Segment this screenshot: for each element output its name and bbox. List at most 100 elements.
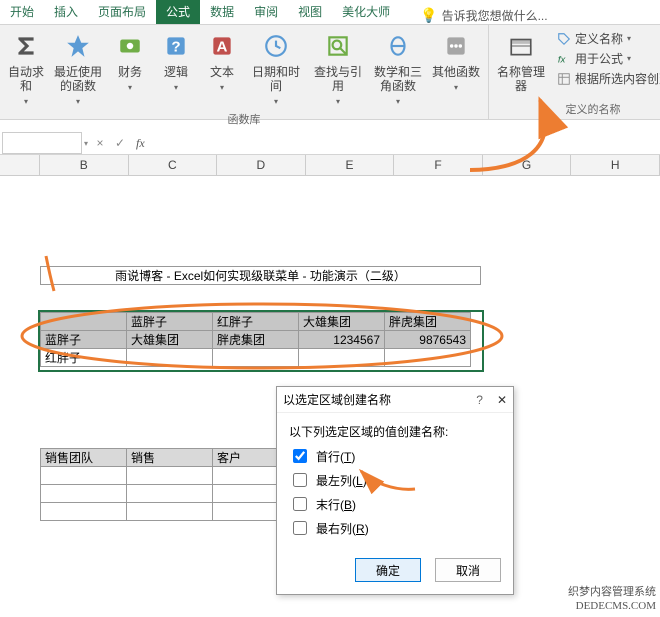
table-row bbox=[41, 503, 299, 521]
cell[interactable]: 蓝胖子 bbox=[41, 331, 127, 349]
dialog-cancel-button[interactable]: 取消 bbox=[435, 558, 501, 582]
opt-bottom-row[interactable]: 末行(B) bbox=[289, 494, 501, 514]
cell[interactable] bbox=[213, 349, 299, 367]
tab-insert[interactable]: 插入 bbox=[44, 0, 88, 24]
title-table: 雨说博客 - Excel如何实现级联菜单 - 功能演示（二级） bbox=[40, 266, 481, 285]
cell[interactable] bbox=[41, 503, 127, 521]
svg-text:A: A bbox=[217, 38, 228, 55]
cell[interactable] bbox=[127, 349, 213, 367]
tab-layout[interactable]: 页面布局 bbox=[88, 0, 156, 24]
name-box[interactable] bbox=[2, 132, 82, 154]
cmd-math[interactable]: 数学和三角函数▾ bbox=[372, 27, 424, 109]
cmd-datetime[interactable]: 日期和时间▾ bbox=[248, 27, 304, 109]
opt-top-row-checkbox[interactable] bbox=[293, 449, 307, 463]
tab-review[interactable]: 审阅 bbox=[244, 0, 288, 24]
dialog-help-icon[interactable]: ? bbox=[476, 393, 483, 407]
tab-data[interactable]: 数据 bbox=[200, 0, 244, 24]
col-H[interactable]: H bbox=[571, 155, 660, 175]
formula-confirm[interactable]: ✓ bbox=[110, 136, 130, 150]
table-row: 销售团队 销售 客户 bbox=[41, 449, 299, 467]
cmd-text[interactable]: A 文本▾ bbox=[202, 27, 242, 95]
col-E[interactable]: E bbox=[306, 155, 395, 175]
cell[interactable] bbox=[299, 349, 385, 367]
cell[interactable]: 胖虎集团 bbox=[213, 331, 299, 349]
table-row bbox=[41, 485, 299, 503]
cell[interactable]: 红胖子 bbox=[41, 349, 127, 367]
cmd-name-manager[interactable]: 名称管理器 bbox=[495, 27, 547, 93]
select-all-corner[interactable] bbox=[0, 155, 40, 175]
tab-home[interactable]: 开始 bbox=[0, 0, 44, 24]
cmd-other[interactable]: 其他函数▾ bbox=[430, 27, 482, 95]
formula-input[interactable] bbox=[151, 133, 660, 153]
cmd-define-name[interactable]: 定义名称 ▾ bbox=[557, 31, 660, 47]
cmd-financial[interactable]: 财务▾ bbox=[110, 27, 150, 95]
clock-icon bbox=[261, 31, 291, 61]
opt-right-col-checkbox[interactable] bbox=[293, 521, 307, 535]
cmd-logical[interactable]: ? 逻辑▾ bbox=[156, 27, 196, 95]
cmd-create-from-selection[interactable]: 根据所选内容创建 bbox=[557, 71, 660, 87]
cell[interactable] bbox=[41, 485, 127, 503]
formula-bar: ▾ × ✓ fx bbox=[0, 132, 660, 155]
svg-text:fx: fx bbox=[558, 55, 567, 66]
money-icon bbox=[115, 31, 145, 61]
formula-cancel[interactable]: × bbox=[90, 136, 110, 150]
opt-top-row[interactable]: 首行(T) bbox=[289, 446, 501, 466]
cmd-autosum[interactable]: 自动求和▾ bbox=[6, 27, 46, 109]
more-icon bbox=[441, 31, 471, 61]
cell[interactable]: 销售团队 bbox=[41, 449, 127, 467]
ribbon-tabs: 开始 插入 页面布局 公式 数据 审阅 视图 美化大师 💡 告诉我您想做什么..… bbox=[0, 0, 660, 25]
cmd-recent[interactable]: 最近使用的函数▾ bbox=[52, 27, 104, 109]
tab-formulas[interactable]: 公式 bbox=[156, 0, 200, 24]
ribbon: 自动求和▾ 最近使用的函数▾ 财务▾ ? 逻辑▾ A 文本▾ 日期和时间▾ bbox=[0, 25, 660, 120]
lower-table: 销售团队 销售 客户 bbox=[40, 448, 299, 521]
col-D[interactable]: D bbox=[217, 155, 306, 175]
lookup-icon bbox=[323, 31, 353, 61]
cell[interactable] bbox=[41, 467, 127, 485]
watermark: 织梦内容管理系统 DEDECMS.COM bbox=[568, 585, 656, 613]
title-cell[interactable]: 雨说博客 - Excel如何实现级联菜单 - 功能演示（二级） bbox=[41, 267, 481, 285]
question-icon: ? bbox=[161, 31, 191, 61]
table-row bbox=[41, 467, 299, 485]
opt-bottom-row-checkbox[interactable] bbox=[293, 497, 307, 511]
star-icon bbox=[63, 31, 93, 61]
col-C[interactable]: C bbox=[129, 155, 218, 175]
dialog-close-icon[interactable]: ✕ bbox=[497, 393, 507, 407]
col-F[interactable]: F bbox=[394, 155, 483, 175]
cell[interactable]: 红胖子 bbox=[213, 313, 299, 331]
insert-function[interactable]: fx bbox=[130, 136, 151, 151]
cell[interactable] bbox=[41, 313, 127, 331]
group-label-fn: 函数库 bbox=[6, 111, 482, 127]
group-label-names: 定义的名称 bbox=[495, 101, 660, 117]
cell[interactable]: 1234567 bbox=[299, 331, 385, 349]
cell[interactable]: 销售 bbox=[127, 449, 213, 467]
cell[interactable] bbox=[127, 467, 213, 485]
cmd-use-in-formula[interactable]: fx 用于公式 ▾ bbox=[557, 51, 660, 67]
theta-icon bbox=[383, 31, 413, 61]
col-G[interactable]: G bbox=[483, 155, 572, 175]
tab-beautify[interactable]: 美化大师 bbox=[332, 0, 400, 24]
group-function-library: 自动求和▾ 最近使用的函数▾ 财务▾ ? 逻辑▾ A 文本▾ 日期和时间▾ bbox=[0, 25, 488, 119]
defined-names-list: 定义名称 ▾ fx 用于公式 ▾ 根据所选内容创建 bbox=[553, 27, 660, 87]
cell[interactable]: 大雄集团 bbox=[299, 313, 385, 331]
cell[interactable]: 大雄集团 bbox=[127, 331, 213, 349]
col-B[interactable]: B bbox=[40, 155, 129, 175]
cell[interactable]: 9876543 bbox=[385, 331, 471, 349]
cmd-lookup[interactable]: 查找与引用▾ bbox=[310, 27, 366, 109]
dialog-title: 以选定区域创建名称 bbox=[283, 391, 391, 408]
tell-me[interactable]: 💡 告诉我您想做什么... bbox=[420, 7, 547, 24]
cell[interactable] bbox=[127, 503, 213, 521]
bulb-icon: 💡 bbox=[420, 7, 437, 24]
fx-icon: fx bbox=[557, 52, 571, 66]
name-manager-icon bbox=[506, 31, 536, 61]
cell[interactable] bbox=[385, 349, 471, 367]
cell[interactable]: 胖虎集团 bbox=[385, 313, 471, 331]
opt-left-col[interactable]: 最左列(L) bbox=[289, 470, 501, 490]
table-row: 蓝胖子 红胖子 大雄集团 胖虎集团 bbox=[41, 313, 471, 331]
dialog-ok-button[interactable]: 确定 bbox=[355, 558, 421, 582]
cell[interactable] bbox=[127, 485, 213, 503]
opt-right-col[interactable]: 最右列(R) bbox=[289, 518, 501, 538]
tab-view[interactable]: 视图 bbox=[288, 0, 332, 24]
opt-left-col-checkbox[interactable] bbox=[293, 473, 307, 487]
text-icon: A bbox=[207, 31, 237, 61]
cell[interactable]: 蓝胖子 bbox=[127, 313, 213, 331]
